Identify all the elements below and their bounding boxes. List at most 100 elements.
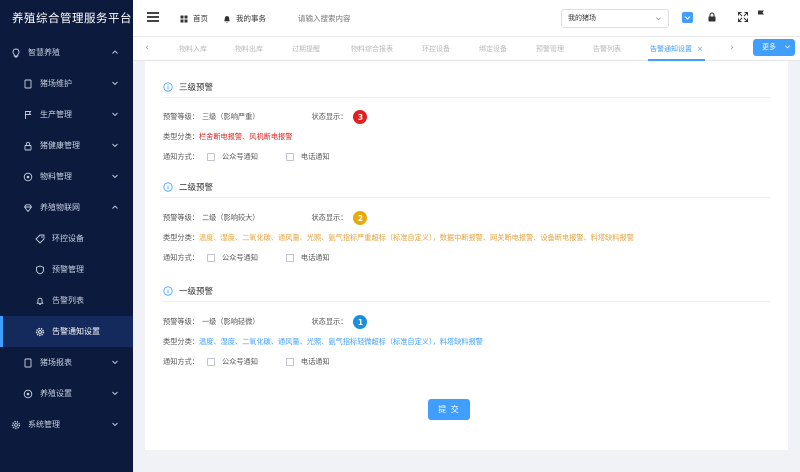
checkbox-box[interactable] — [285, 153, 294, 161]
sidebar: 养殖综合管理服务平台 智慧养殖 猪场维护 生产管理 猪健康管理 物料管理 养殖物… — [0, 0, 133, 472]
warning-section-level3: 三级预警 预警等级： 三级（影响严重） 状态显示： 3 类型分类： 栏舍断电报警… — [163, 78, 770, 178]
sidebar-item-label: 猪健康管理 — [40, 141, 80, 150]
status-label: 状态显示： — [311, 317, 348, 326]
sidebar-item-farm-maintenance[interactable]: 猪场维护 — [0, 68, 133, 99]
my-tasks-link[interactable]: 我的事务 — [223, 13, 266, 24]
category-row: 类型分类： 温度、湿度、二氧化碳、通风量、光照、氨气指标轻微超标（标准自定义），… — [163, 337, 483, 347]
tab-label: 告警通知设置 — [650, 45, 692, 53]
wechat-notify-checkbox[interactable]: 公众号通知 — [206, 357, 258, 367]
sidebar-item-label: 生产管理 — [40, 110, 72, 119]
lock-icon — [22, 140, 34, 152]
tab-material-report[interactable]: 物料综合报表 — [351, 37, 393, 61]
tab-material-out[interactable]: 物料出库 — [235, 37, 263, 61]
sidebar-item-warning-mgmt[interactable]: 预警管理 — [0, 254, 133, 285]
tab-material-in[interactable]: 物料入库 — [179, 37, 207, 61]
target-icon — [22, 171, 34, 183]
sidebar-item-smart-farming[interactable]: 智慧养殖 — [0, 37, 133, 68]
tab-warning-mgmt[interactable]: 预警管理 — [536, 37, 564, 61]
diamond-icon — [22, 202, 34, 214]
warning-level-row: 预警等级： 一级（影响轻微） 状态显示： 1 — [163, 315, 368, 329]
tabs-bar: ‹ 物料入库 物料出库 过期提醒 物料综合报表 环控设备 绑定设备 预警管理 告… — [133, 37, 800, 61]
category-label: 类型分类： — [163, 132, 199, 141]
shield-icon — [34, 264, 46, 276]
level-label: 预警等级： — [163, 112, 199, 121]
flag-icon[interactable] — [755, 9, 767, 21]
phone-notify-checkbox[interactable]: 电话通知 — [285, 253, 330, 263]
sidebar-item-label: 养殖物联网 — [40, 203, 80, 212]
fullscreen-icon[interactable] — [737, 11, 749, 23]
sidebar-item-label: 猪场维护 — [40, 79, 72, 88]
sidebar-item-pig-health[interactable]: 猪健康管理 — [0, 130, 133, 161]
sidebar-item-label: 告警通知设置 — [52, 327, 100, 336]
category-label: 类型分类： — [163, 233, 199, 242]
tabs-scroll-right-icon[interactable]: › — [727, 43, 737, 53]
submit-button[interactable]: 提 交 — [428, 399, 470, 420]
chevron-down-icon — [684, 16, 691, 20]
sidebar-item-production[interactable]: 生产管理 — [0, 99, 133, 130]
my-tasks-label: 我的事务 — [236, 14, 266, 23]
sidebar-item-farm-reports[interactable]: 猪场报表 — [0, 347, 133, 378]
checkbox-box[interactable] — [285, 358, 294, 366]
checkbox-box[interactable] — [206, 254, 215, 262]
info-icon — [163, 285, 173, 296]
close-icon[interactable]: × — [697, 45, 703, 53]
checkbox-box[interactable] — [206, 358, 215, 366]
phone-notify-checkbox[interactable]: 电话通知 — [285, 357, 330, 367]
sidebar-item-farming-settings[interactable]: 养殖设置 — [0, 378, 133, 409]
farm-select[interactable]: 我的猪场 — [561, 9, 669, 28]
level-label: 预警等级： — [163, 213, 199, 222]
wechat-notify-checkbox[interactable]: 公众号通知 — [206, 152, 258, 162]
tab-alarm-list[interactable]: 告警列表 — [593, 37, 621, 61]
tab-expiry-reminder[interactable]: 过期提醒 — [292, 37, 320, 61]
sidebar-item-label: 猪场报表 — [40, 358, 72, 367]
tag-icon — [34, 233, 46, 245]
section-title: 一级预警 — [179, 286, 214, 297]
phone-notify-label: 电话通知 — [300, 253, 330, 262]
notify-label: 通知方式： — [163, 152, 199, 161]
wechat-notify-label: 公众号通知 — [221, 253, 258, 262]
checkbox-box[interactable] — [206, 153, 215, 161]
sidebar-item-alarm-list[interactable]: 告警列表 — [0, 285, 133, 316]
main-panel: 三级预警 预警等级： 三级（影响严重） 状态显示： 3 类型分类： 栏舍断电报警… — [145, 61, 788, 450]
phone-notify-label: 电话通知 — [300, 152, 330, 161]
status-badge: 1 — [353, 315, 368, 329]
sidebar-item-label: 系统管理 — [28, 420, 60, 429]
sidebar-item-materials[interactable]: 物料管理 — [0, 161, 133, 192]
sidebar-item-env-devices[interactable]: 环控设备 — [0, 223, 133, 254]
more-button[interactable]: 更多 — [753, 39, 795, 56]
more-button-label: 更多 — [762, 43, 776, 51]
chevron-down-icon — [112, 360, 118, 365]
info-icon — [163, 81, 173, 92]
wechat-notify-checkbox[interactable]: 公众号通知 — [206, 253, 258, 263]
level-label: 预警等级： — [163, 317, 199, 326]
target-icon — [22, 388, 34, 400]
chevron-down-icon — [656, 17, 661, 21]
search-input[interactable] — [298, 10, 438, 26]
category-row: 类型分类： 栏舍断电报警、风机断电报警 — [163, 132, 292, 142]
sidebar-item-iot[interactable]: 养殖物联网 — [0, 192, 133, 223]
sidebar-item-label: 告警列表 — [52, 296, 84, 305]
tab-bind-devices[interactable]: 绑定设备 — [479, 37, 507, 61]
phone-notify-checkbox[interactable]: 电话通知 — [285, 152, 330, 162]
dropdown-toggle-button[interactable] — [682, 12, 693, 23]
phone-notify-label: 电话通知 — [300, 357, 330, 366]
category-value: 温度、湿度、二氧化碳、通风量、光照、氨气指标轻微超标（标准自定义），料塔缺料报警 — [198, 337, 483, 346]
tab-env-devices[interactable]: 环控设备 — [422, 37, 450, 61]
tab-alarm-notify-settings[interactable]: 告警通知设置 × — [648, 37, 705, 61]
status-badge: 3 — [353, 110, 368, 124]
flag-icon — [22, 109, 34, 121]
tabs-scroll-left-icon[interactable]: ‹ — [142, 43, 152, 53]
grid-icon — [180, 15, 188, 22]
home-link[interactable]: 首页 — [180, 13, 208, 24]
sidebar-item-system-mgmt[interactable]: 系统管理 — [0, 409, 133, 440]
section-header: 二级预警 — [163, 178, 770, 198]
app-title: 养殖综合管理服务平台 — [12, 11, 132, 25]
chevron-down-icon — [112, 422, 118, 427]
status-badge: 2 — [353, 211, 368, 225]
lock-icon[interactable] — [706, 11, 718, 23]
section-header: 三级预警 — [163, 78, 770, 98]
level-value: 三级（影响严重） — [201, 112, 260, 121]
menu-toggle-icon[interactable] — [147, 12, 159, 22]
checkbox-box[interactable] — [285, 254, 294, 262]
sidebar-item-alarm-notify-settings[interactable]: 告警通知设置 — [0, 316, 133, 347]
